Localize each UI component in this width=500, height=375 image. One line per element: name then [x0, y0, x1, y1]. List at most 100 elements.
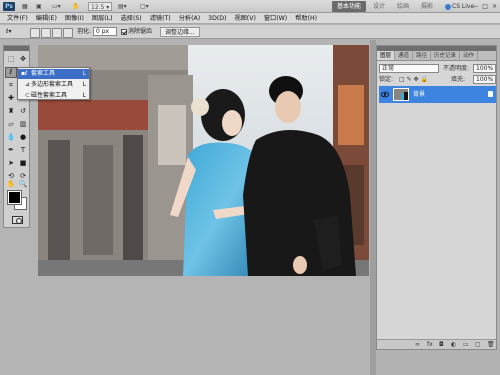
history-brush-tool-icon[interactable]: ↺	[18, 107, 28, 116]
mask-icon[interactable]: ◘	[439, 341, 444, 349]
move-tool-icon[interactable]: ✥	[18, 55, 28, 64]
pen-tool-icon[interactable]: ✒	[6, 146, 16, 155]
cs-live-button[interactable]: CS Live	[445, 2, 474, 11]
layer-name: 背景	[413, 91, 426, 98]
shortcut-key: L	[82, 81, 86, 88]
layer-thumbnail	[393, 88, 409, 101]
blend-row: 正常 不透明度: 100%	[379, 64, 496, 74]
new-layer-icon[interactable]: ▢	[475, 341, 481, 349]
refine-edge-button[interactable]: 调整边缘...	[160, 27, 200, 37]
cs-live-label: CS Live	[452, 3, 475, 10]
workspace-essentials[interactable]: 基本功能	[332, 1, 367, 12]
blur-tool-icon[interactable]: 💧	[6, 133, 16, 142]
crop-tool-icon[interactable]: ⌗	[6, 81, 16, 90]
flyout-item-lasso[interactable]: ▪ ℓ 套索工具 L	[18, 69, 89, 79]
dodge-tool-icon[interactable]: ●	[18, 133, 28, 142]
blend-mode-select[interactable]: 正常	[379, 64, 439, 73]
add-selection-icon[interactable]	[41, 28, 51, 38]
workspace-painting[interactable]: 绘画	[392, 1, 414, 12]
layer-row-background[interactable]: 背景	[379, 86, 496, 103]
menu-window[interactable]: 窗口(W)	[260, 13, 291, 23]
shortcut-key: L	[82, 92, 86, 99]
antialias-checkbox[interactable]: 消除锯齿	[121, 27, 152, 37]
subtract-selection-icon[interactable]	[52, 28, 62, 38]
cs-live-icon	[445, 3, 451, 10]
lock-row: 锁定: □ ✎ ✥ 🔒 填充: 100%	[379, 75, 496, 85]
stamp-tool-icon[interactable]: ♜	[6, 107, 16, 116]
healing-tool-icon[interactable]: ✚	[6, 94, 16, 103]
tab-channels[interactable]: 通道	[395, 51, 414, 60]
screen-mode-icon[interactable]: ▢▾	[140, 2, 149, 11]
flyout-item-label: 套索工具	[31, 70, 56, 77]
tab-paths[interactable]: 路径	[413, 51, 432, 60]
maximize-button[interactable]: □	[482, 2, 488, 11]
shape-tool-icon[interactable]: ■	[18, 159, 28, 168]
flyout-item-label: 多边形套索工具	[31, 81, 74, 88]
fill-input[interactable]: 100%	[473, 75, 496, 84]
tab-actions[interactable]: 动作	[460, 51, 479, 60]
menu-3d[interactable]: 3D(D)	[204, 13, 230, 23]
tab-history[interactable]: 历史记录	[431, 51, 461, 60]
arrange-documents-icon[interactable]: ▤▾	[118, 2, 127, 11]
link-icon[interactable]: ∞	[415, 341, 420, 349]
lasso-icon: ℓ	[25, 70, 28, 77]
bridge-icon[interactable]: ▦	[22, 2, 28, 11]
menu-image[interactable]: 图像(I)	[61, 13, 88, 23]
flyout-item-polygonal-lasso[interactable]: ⊿ 多边形套索工具 L	[18, 80, 89, 90]
tab-layers[interactable]: 图层	[377, 51, 396, 60]
extras-icon[interactable]: ▭▾	[52, 2, 61, 11]
quick-mask-icon[interactable]	[12, 216, 23, 224]
gradient-tool-icon[interactable]: ▥	[18, 120, 28, 129]
workspace-photography[interactable]: 摄影	[416, 1, 438, 12]
trash-icon[interactable]: 🗑	[487, 341, 495, 349]
zoom-tool-icon[interactable]: 🔍	[18, 180, 28, 189]
panel-tabs: 图层 通道 路径 历史记录 动作	[377, 51, 496, 61]
menu-filter[interactable]: 滤镜(T)	[146, 13, 175, 23]
menu-select[interactable]: 选择(S)	[117, 13, 146, 23]
hand-tool-icon[interactable]: ✋	[6, 180, 16, 189]
feather-input[interactable]: 0 px	[93, 27, 117, 36]
marquee-tool-icon[interactable]: ⬚	[6, 55, 16, 64]
close-button[interactable]: ×	[492, 2, 497, 11]
fill-label: 填充:	[451, 76, 466, 83]
hand-icon[interactable]: ✋	[72, 2, 79, 11]
menu-view[interactable]: 视图(V)	[230, 13, 259, 23]
adjustment-icon[interactable]: ◐	[451, 341, 456, 349]
fx-icon[interactable]: fx	[427, 341, 433, 349]
flyout-item-magnetic-lasso[interactable]: ⊂ 磁性套索工具 L	[18, 91, 89, 101]
menu-help[interactable]: 帮助(H)	[291, 13, 321, 23]
path-select-tool-icon[interactable]: ➤	[6, 159, 16, 168]
options-bar: ℓ▾ 羽化: 0 px 消除锯齿 调整边缘...	[0, 25, 500, 39]
flyout-item-label: 磁性套索工具	[31, 92, 68, 99]
zoom-level-select[interactable]: 12.5 ▾	[88, 2, 113, 11]
eye-icon[interactable]	[381, 91, 389, 98]
tools-panel-header[interactable]	[4, 46, 29, 51]
feather-label: 羽化:	[77, 28, 92, 35]
photoshop-logo: Ps	[3, 2, 15, 11]
menu-edit[interactable]: 编辑(E)	[32, 13, 61, 23]
foreground-color-swatch[interactable]	[7, 190, 22, 205]
workspace-design[interactable]: 设计	[368, 1, 390, 12]
opacity-input[interactable]: 100%	[473, 64, 496, 73]
lock-icons[interactable]: □ ✎ ✥ 🔒	[399, 75, 428, 84]
minimize-button[interactable]: −	[473, 2, 478, 11]
new-selection-icon[interactable]	[30, 28, 40, 38]
menu-layer[interactable]: 图层(L)	[88, 13, 117, 23]
folder-icon[interactable]: ▭	[463, 341, 469, 349]
minibridge-icon[interactable]: ▣	[36, 2, 42, 11]
layers-panel-footer: ∞ fx ◘ ◐ ▭ ▢ 🗑	[377, 339, 496, 349]
type-tool-icon[interactable]: T	[18, 146, 28, 155]
lock-label: 锁定:	[379, 76, 394, 83]
opacity-label: 不透明度:	[443, 65, 470, 72]
menu-analysis[interactable]: 分析(A)	[175, 13, 204, 23]
menu-file[interactable]: 文件(F)	[3, 13, 32, 23]
lasso-tool-icon[interactable]: ℓ	[5, 67, 17, 78]
layers-panel: 图层 通道 路径 历史记录 动作 正常 不透明度: 100% 锁定: □ ✎ ✥…	[376, 45, 497, 350]
polygonal-lasso-icon: ⊿	[25, 81, 31, 88]
magnetic-lasso-icon: ⊂	[25, 92, 31, 99]
lasso-preset-icon[interactable]: ℓ▾	[6, 27, 12, 37]
eraser-tool-icon[interactable]: ▱	[6, 120, 16, 129]
intersect-selection-icon[interactable]	[63, 28, 73, 38]
shortcut-key: L	[82, 70, 86, 77]
workspace-switcher: 基本功能 设计 绘画 摄影 »	[332, 1, 454, 12]
